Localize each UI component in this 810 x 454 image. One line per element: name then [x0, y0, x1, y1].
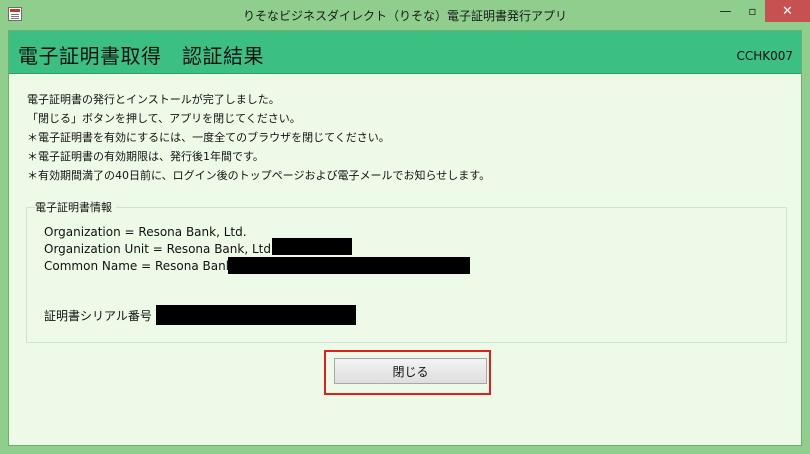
- message-line: ＊電子証明書の有効期限は、発行後1年間です。: [27, 150, 264, 163]
- organization-text: Organization = Resona Bank, Ltd.: [44, 225, 247, 239]
- page-title: 電子証明書取得 認証結果: [18, 44, 264, 68]
- serial-number-label: 証明書シリアル番号 =: [44, 309, 166, 323]
- minimize-button[interactable]: —: [712, 0, 739, 22]
- close-window-button[interactable]: ✕: [765, 0, 810, 22]
- title-bar[interactable]: りそなビジネスダイレクト（りそな）電子証明書発行アプリ — ▫ ✕: [0, 0, 810, 30]
- organization-unit-text: Organization Unit = Resona Bank, Ltd.: [44, 242, 275, 256]
- redaction-block: [228, 257, 470, 274]
- common-name-text: Common Name = Resona Bank: [44, 259, 233, 273]
- redaction-block: [156, 305, 356, 325]
- maximize-button[interactable]: ▫: [739, 0, 766, 22]
- message-line: ＊有効期間満了の40日前に、ログイン後のトップページおよび電子メールでお知らせし…: [27, 169, 491, 182]
- window-title: りそなビジネスダイレクト（りそな）電子証明書発行アプリ: [242, 9, 567, 23]
- message-line: 「閉じる」ボタンを押して、アプリを閉じてください。: [27, 112, 301, 125]
- close-button[interactable]: 閉じる: [334, 358, 487, 384]
- cert-info-legend: 電子証明書情報: [35, 199, 116, 215]
- screen-id: CCHK007: [736, 49, 793, 63]
- client-area: 電子証明書取得 認証結果 CCHK007 電子証明書の発行とインストールが完了し…: [8, 30, 802, 446]
- message-line: ＊電子証明書を有効にするには、一度全てのブラウザを閉じてください。: [27, 131, 390, 144]
- app-window: りそなビジネスダイレクト（りそな）電子証明書発行アプリ — ▫ ✕ 電子証明書取…: [0, 0, 810, 454]
- page-header: 電子証明書取得 認証結果 CCHK007: [9, 31, 801, 74]
- redaction-block: [272, 238, 352, 255]
- message-line: 電子証明書の発行とインストールが完了しました。: [27, 93, 280, 106]
